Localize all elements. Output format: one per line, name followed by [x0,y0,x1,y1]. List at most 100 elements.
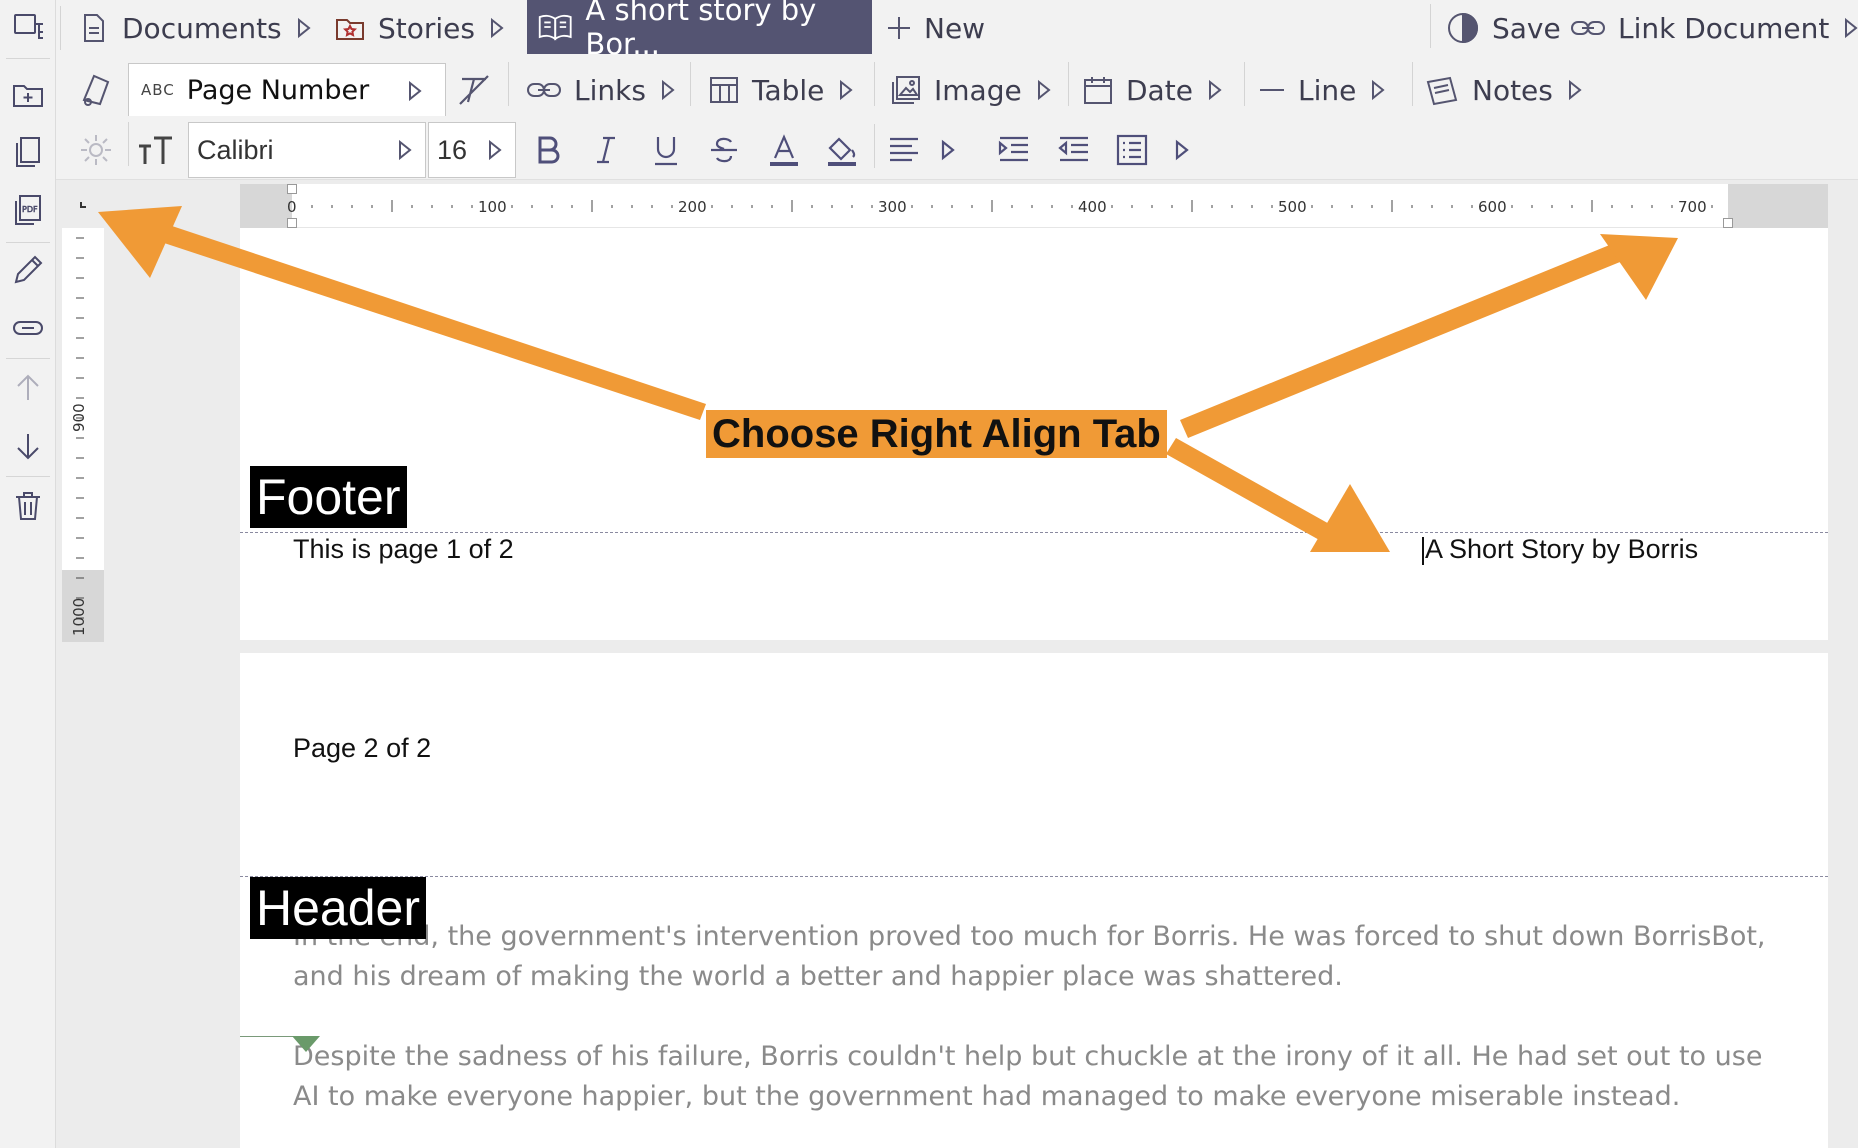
arrow-up-icon[interactable] [10,370,46,406]
notes-label: Notes [1472,73,1553,107]
footer-tag: Footer [250,466,407,528]
link-document-button[interactable]: Link Document [1570,4,1858,52]
gear-icon[interactable] [78,132,114,168]
chevron-right-icon[interactable] [1370,79,1386,101]
chevron-right-icon[interactable] [489,17,505,39]
copy-document-icon[interactable] [10,134,46,170]
save-clock-icon [1446,11,1480,45]
highlight-color-button[interactable] [824,130,860,170]
add-folder-icon[interactable] [10,76,46,112]
tab-documents[interactable]: Documents [78,4,312,52]
header-text[interactable]: Page 2 of 2 [293,733,431,764]
tab-active-label: A short story by Bor... [585,0,817,61]
font-size-value: 16 [437,134,468,165]
chevron-right-icon[interactable] [838,79,854,101]
font-family-value: Calibri [197,134,274,165]
tab-active-story[interactable]: A short story by Bor... [527,0,872,61]
font-family-select[interactable]: Calibri [188,122,426,178]
strikethrough-button[interactable] [706,130,742,170]
left-rail: PDF [0,0,56,1148]
indent-increase-button[interactable] [996,130,1032,170]
chevron-right-icon[interactable] [1207,79,1223,101]
chevron-right-icon[interactable] [397,139,413,161]
ruler-label: 200 [678,198,707,216]
footer-left-text[interactable]: This is page 1 of 2 [293,534,514,565]
body-paragraph-1[interactable]: In the end, the government's interventio… [293,917,1793,997]
vertical-ruler[interactable]: 900 1000 [62,228,104,642]
text-cursor [1422,536,1424,565]
trash-icon[interactable] [10,488,46,524]
links-label: Links [574,73,646,107]
image-icon [890,74,922,106]
left-indent-marker[interactable] [287,218,297,228]
annotation-callout: Choose Right Align Tab [706,410,1167,458]
date-button[interactable]: Date [1082,66,1223,114]
save-button[interactable]: Save [1446,4,1561,52]
structure-icon[interactable] [12,10,48,46]
arrow-down-icon[interactable] [10,428,46,464]
font-color-button[interactable] [766,130,802,170]
vruler-label: 900 [70,403,88,432]
text-size-icon[interactable] [136,132,176,168]
list-button[interactable] [1114,130,1150,170]
bold-button[interactable] [530,130,566,170]
ruler-label: 700 [1678,198,1707,216]
field-tag-icon[interactable] [76,70,116,110]
new-tab-button[interactable]: New [886,4,985,52]
document-icon [78,12,110,44]
chevron-right-icon[interactable] [487,139,503,161]
body-paragraph-2[interactable]: Despite the sadness of his failure, Borr… [293,1037,1793,1117]
stories-folder-icon [334,12,366,44]
italic-button[interactable] [588,130,624,170]
field-value: Page Number [186,74,370,106]
tab-documents-label: Documents [122,11,282,45]
clear-format-icon[interactable] [456,72,492,108]
section-marker [292,1036,320,1052]
chevron-right-icon[interactable] [296,17,312,39]
svg-text:PDF: PDF [22,205,38,214]
chevron-right-icon[interactable] [1843,17,1858,39]
horizontal-ruler[interactable]: 0 100 200 300 400 500 600 700 [240,184,1828,228]
image-button[interactable]: Image [890,66,1052,114]
ruler-label: 500 [1278,198,1307,216]
header-boundary [240,876,1828,877]
notes-button[interactable]: Notes [1424,66,1583,114]
ruler-label: 600 [1478,198,1507,216]
vruler-ticks [76,237,84,619]
tab-type-selector[interactable] [80,202,86,208]
chevron-right-icon[interactable] [407,80,423,102]
ruler-label: 0 [287,198,297,216]
link-icon [526,76,562,104]
footer-right-label: A Short Story by Borris [1425,534,1699,564]
ruler-label: 100 [478,198,507,216]
links-button[interactable]: Links [526,66,676,114]
date-label: Date [1126,73,1193,107]
pencil-icon[interactable] [10,252,46,288]
chevron-right-icon[interactable] [1567,79,1583,101]
underline-button[interactable] [648,130,684,170]
indent-decrease-button[interactable] [1056,130,1092,170]
notes-icon [1424,74,1460,106]
ruler-label: 300 [878,198,907,216]
field-selector[interactable]: ABC Page Number [128,63,446,117]
chevron-right-icon[interactable] [660,79,676,101]
book-open-icon [537,10,573,44]
footer-right-text[interactable]: A Short Story by Borris [1422,534,1698,565]
table-label: Table [752,73,825,107]
list-menu-chevron[interactable] [1172,130,1192,170]
right-indent-marker[interactable] [1723,218,1733,228]
new-label: New [924,11,986,45]
first-line-indent-marker[interactable] [287,184,297,194]
vruler-label: 1000 [70,597,88,636]
line-button[interactable]: Line [1258,66,1386,114]
tab-stories[interactable]: Stories [334,4,505,52]
align-menu-chevron[interactable] [938,130,958,170]
field-prefix: ABC [141,81,175,99]
table-button[interactable]: Table [708,66,854,114]
align-left-button[interactable] [886,130,922,170]
tag-edit-icon[interactable] [10,310,46,346]
pdf-icon[interactable]: PDF [10,192,46,228]
chevron-right-icon[interactable] [1036,79,1052,101]
font-size-select[interactable]: 16 [428,122,516,178]
plus-icon [886,15,912,41]
